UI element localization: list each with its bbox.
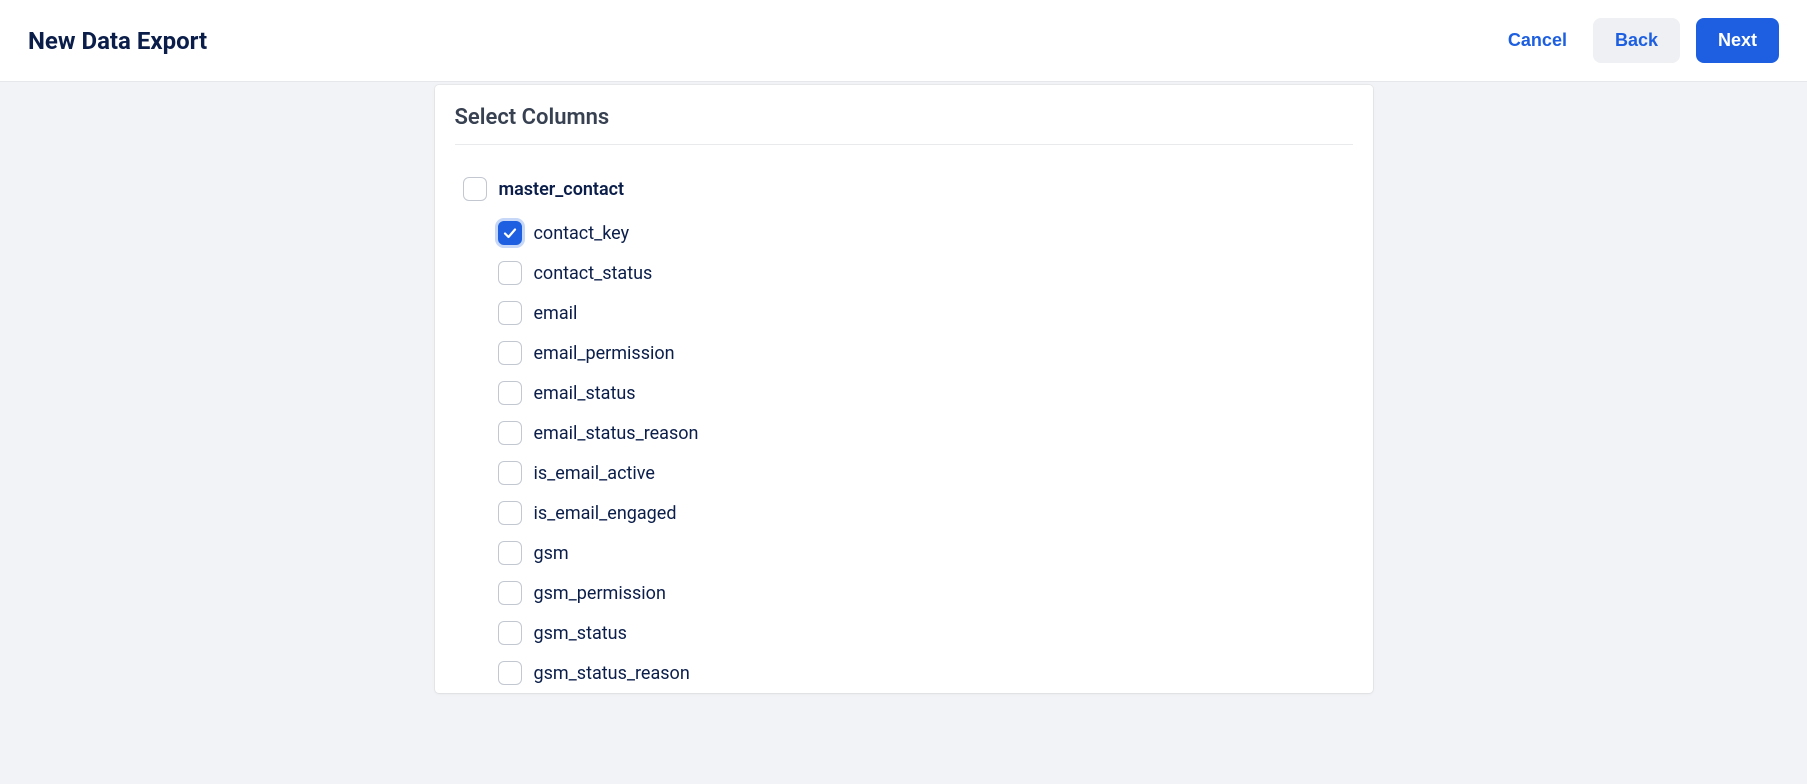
checkbox-gsm-status-reason[interactable] bbox=[498, 661, 522, 685]
tree-child-row: contact_key bbox=[463, 213, 1353, 253]
tree-child-row: gsm bbox=[463, 533, 1353, 573]
card-title: Select Columns bbox=[455, 105, 1353, 145]
back-button[interactable]: Back bbox=[1593, 18, 1680, 63]
content-area: Select Columns master_contact contact_key… bbox=[0, 82, 1807, 693]
checkbox-gsm[interactable] bbox=[498, 541, 522, 565]
tree-child-label: email_permission bbox=[534, 343, 675, 364]
tree-child-label: contact_status bbox=[534, 263, 653, 284]
tree-child-row: email bbox=[463, 293, 1353, 333]
checkbox-gsm-status[interactable] bbox=[498, 621, 522, 645]
checkbox-contact-key[interactable] bbox=[498, 221, 522, 245]
checkbox-email[interactable] bbox=[498, 301, 522, 325]
tree-child-label: gsm bbox=[534, 543, 569, 564]
tree-child-label: email bbox=[534, 303, 578, 324]
next-button[interactable]: Next bbox=[1696, 18, 1779, 63]
checkbox-contact-status[interactable] bbox=[498, 261, 522, 285]
tree-child-label: gsm_status_reason bbox=[534, 663, 690, 684]
checkbox-is-email-engaged[interactable] bbox=[498, 501, 522, 525]
tree-child-row: gsm_status bbox=[463, 613, 1353, 653]
tree-child-row: contact_status bbox=[463, 253, 1353, 293]
tree-child-row: gsm_status_reason bbox=[463, 653, 1353, 693]
tree-child-row: gsm_permission bbox=[463, 573, 1353, 613]
columns-tree: master_contact contact_key contact_statuse… bbox=[455, 145, 1353, 693]
tree-child-label: gsm_permission bbox=[534, 583, 666, 604]
checkbox-email-status-reason[interactable] bbox=[498, 421, 522, 445]
tree-child-label: is_email_active bbox=[534, 463, 655, 484]
tree-child-row: email_status_reason bbox=[463, 413, 1353, 453]
tree-child-label: contact_key bbox=[534, 223, 630, 244]
tree-child-row: email_status bbox=[463, 373, 1353, 413]
header: New Data Export Cancel Back Next bbox=[0, 0, 1807, 82]
tree-child-row: email_permission bbox=[463, 333, 1353, 373]
checkbox-email-permission[interactable] bbox=[498, 341, 522, 365]
tree-child-label: email_status bbox=[534, 383, 636, 404]
cancel-button[interactable]: Cancel bbox=[1498, 18, 1577, 63]
tree-parent-label: master_contact bbox=[499, 179, 625, 200]
tree-child-row: is_email_active bbox=[463, 453, 1353, 493]
tree-parent-row: master_contact bbox=[463, 169, 1353, 209]
select-columns-card: Select Columns master_contact contact_key… bbox=[435, 85, 1373, 693]
checkbox-email-status[interactable] bbox=[498, 381, 522, 405]
tree-child-row: is_email_engaged bbox=[463, 493, 1353, 533]
checkbox-master-contact[interactable] bbox=[463, 177, 487, 201]
tree-child-label: email_status_reason bbox=[534, 423, 699, 444]
header-actions: Cancel Back Next bbox=[1498, 18, 1779, 63]
tree-child-label: gsm_status bbox=[534, 623, 627, 644]
page-title: New Data Export bbox=[28, 27, 207, 55]
checkbox-gsm-permission[interactable] bbox=[498, 581, 522, 605]
checkbox-is-email-active[interactable] bbox=[498, 461, 522, 485]
tree-child-label: is_email_engaged bbox=[534, 503, 677, 524]
